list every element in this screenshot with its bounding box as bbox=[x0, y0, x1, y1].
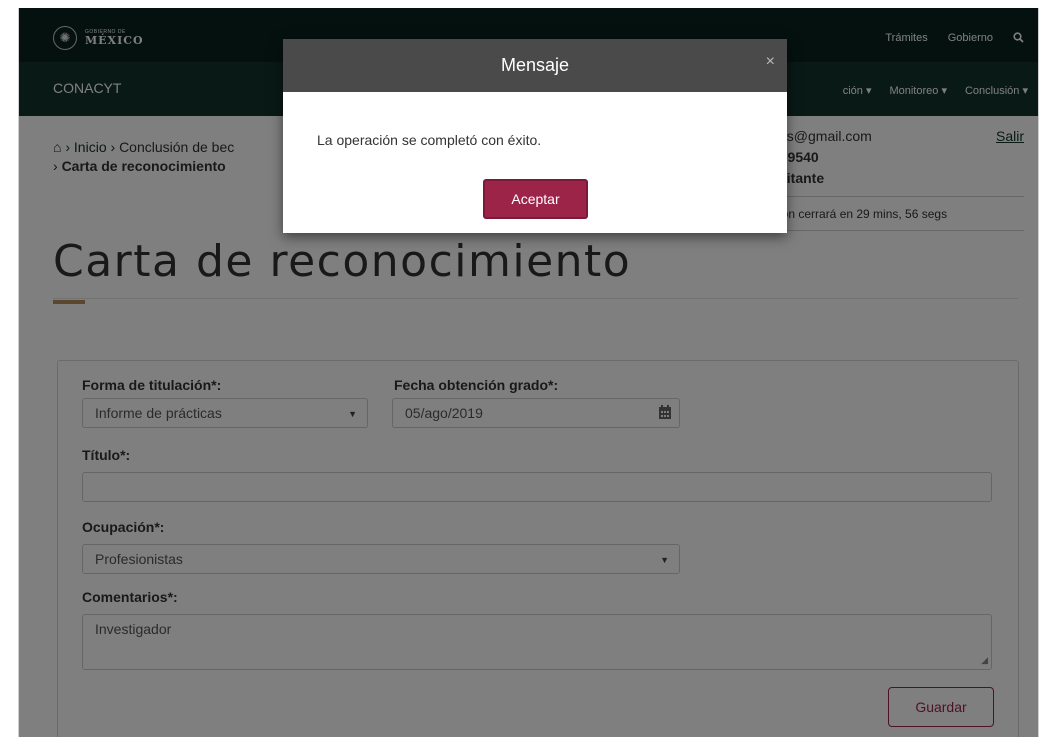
browser-viewport: ✺ GOBIERNO DE MÉXICO Trámites Gobierno C… bbox=[18, 8, 1039, 737]
modal-header: Mensaje × bbox=[283, 39, 787, 92]
close-icon[interactable]: × bbox=[766, 53, 775, 71]
accept-button[interactable]: Aceptar bbox=[483, 179, 588, 219]
message-modal: Mensaje × La operación se completó con é… bbox=[283, 39, 787, 233]
modal-message: La operación se completó con éxito. bbox=[317, 132, 542, 148]
modal-title: Mensaje bbox=[500, 55, 570, 75]
